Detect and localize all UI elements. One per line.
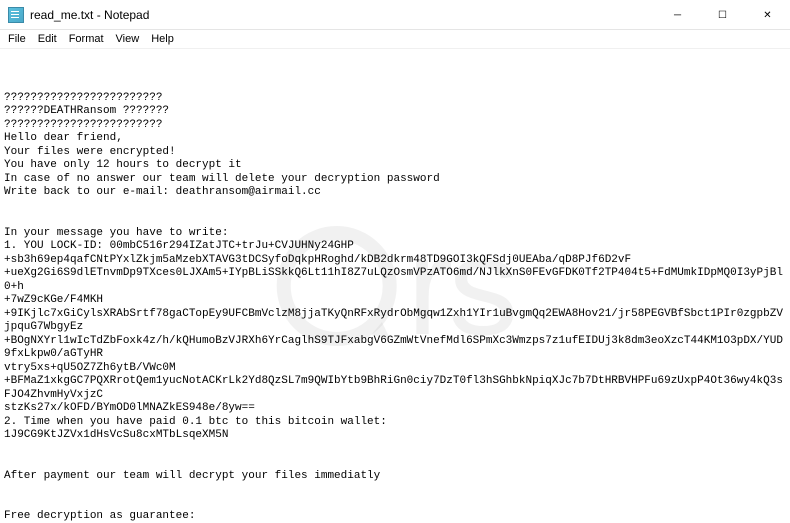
titlebar: read_me.txt - Notepad ─ ☐ ✕ [0,0,790,30]
menu-edit[interactable]: Edit [32,31,63,47]
menu-format[interactable]: Format [63,31,110,47]
notepad-icon [8,7,24,23]
window-controls: ─ ☐ ✕ [655,0,790,29]
text-area[interactable]: rs ???????????????????????? ??????DEATHR… [0,49,790,523]
maximize-button[interactable]: ☐ [700,0,745,30]
menu-view[interactable]: View [110,31,146,47]
menubar: File Edit Format View Help [0,30,790,49]
close-button[interactable]: ✕ [745,0,790,30]
minimize-button[interactable]: ─ [655,0,700,30]
menu-file[interactable]: File [2,31,32,47]
document-text: ???????????????????????? ??????DEATHRans… [4,92,786,523]
menu-help[interactable]: Help [145,31,180,47]
window-title: read_me.txt - Notepad [30,8,655,22]
